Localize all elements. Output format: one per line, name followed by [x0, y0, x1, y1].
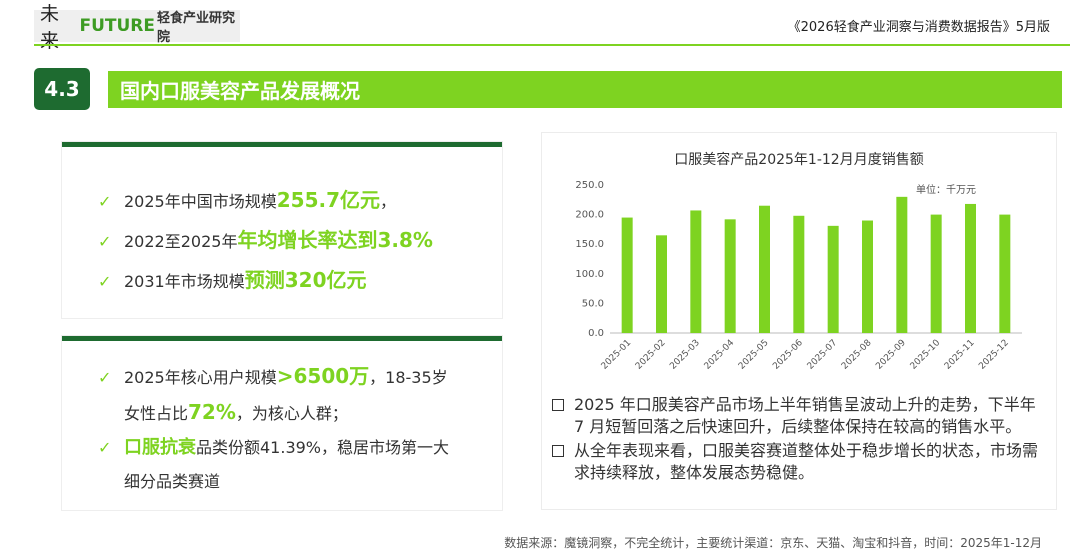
x-tick-label: 2025-04	[703, 338, 737, 372]
bullet-anti-aging: ✓ 口服抗衰 品类份额41.39%，稳居市场第一大	[98, 431, 484, 465]
bar	[793, 215, 805, 333]
logo-en-text: FUTURE	[79, 16, 156, 36]
bar	[965, 203, 976, 333]
bullet-text: 2025年核心用户规模	[124, 368, 277, 387]
bullet-text: 2031年市场规模	[124, 272, 245, 291]
bar	[724, 219, 736, 333]
y-tick-label: 50.0	[582, 298, 604, 309]
bullet-growth-rate: ✓ 2022至2025年 年均增长率达到3.8%	[62, 221, 502, 261]
x-tick-label: 2025-08	[840, 338, 874, 372]
check-icon: ✓	[98, 192, 112, 211]
x-tick-label: 2025-12	[977, 338, 1011, 372]
bullet-forecast: ✓ 2031年市场规模 预测320亿元	[62, 261, 502, 301]
bullet-text: 2025年中国市场规模	[124, 192, 277, 211]
check-icon: ✓	[98, 438, 112, 457]
bullet-market-size: ✓ 2025年中国市场规模 255.7亿元，	[62, 181, 502, 221]
x-tick-label: 2025-10	[909, 338, 943, 372]
bar	[862, 220, 873, 333]
section-title: 国内口服美容产品发展概况	[108, 71, 1062, 108]
note-item: 从全年表现来看，口服美容赛道整体处于稳步增长的状态，市场需求持续释放，整体发展态…	[552, 440, 1042, 484]
section-number: 4.3	[34, 68, 90, 110]
bullet-text: ，	[380, 192, 397, 211]
bar-chart: 0.050.0100.0150.0200.0250.02025-01 2025-0…	[575, 180, 1022, 372]
bar	[759, 205, 770, 333]
bar	[656, 235, 667, 333]
market-size-card: ✓ 2025年中国市场规模 255.7亿元， ✓ 2022至2025年 年均增长率达…	[62, 142, 502, 318]
y-tick-label: 200.0	[575, 210, 604, 221]
x-tick-label: 2025-05	[737, 338, 771, 372]
bullet-anti-aging-cont: 细分品类赛道	[98, 465, 484, 499]
bullet-highlight: 口服抗衰	[124, 437, 196, 458]
data-source-footer: 数据来源：魔镜洞察，不完全统计，主要统计渠道：京东、天猫、淘宝和抖音，时间：20…	[504, 536, 1042, 550]
bar	[999, 214, 1011, 333]
x-tick-label: 2025-07	[806, 338, 840, 372]
bar	[827, 225, 839, 333]
bullet-highlight: 255.7亿元	[276, 188, 380, 212]
bullet-text: 2022至2025年	[124, 232, 238, 251]
bar	[690, 210, 702, 333]
bullet-text: 细分品类赛道	[124, 472, 221, 491]
bullet-highlight: 72%	[188, 400, 236, 424]
x-tick-label: 2025-01	[600, 338, 634, 372]
user-profile-card: ✓ 2025年核心用户规模 >6500万 ，18-35岁 女性占比 72% ，为核心人群…	[62, 336, 502, 510]
check-icon: ✓	[98, 368, 112, 387]
note-text: 从全年表现来看，口服美容赛道整体处于稳步增长的状态，市场需求持续释放，整体发展态…	[574, 441, 1039, 482]
x-tick-label: 2025-11	[943, 338, 977, 372]
note-item: 2025 年口服美容产品市场上半年销售呈波动上升的走势，下半年 7 月短暂回落之…	[552, 394, 1042, 438]
logo-tail-text: 轻食产业研究院	[157, 11, 236, 45]
x-tick-label: 2025-06	[771, 338, 805, 372]
note-text: 2025 年口服美容产品市场上半年销售呈波动上升的走势，下半年 7 月短暂回落之…	[574, 395, 1036, 436]
bullet-highlight: 年均增长率达到3.8%	[237, 228, 433, 252]
bullet-text: ，为核心人群；	[235, 404, 348, 423]
bar	[896, 196, 908, 333]
bullet-core-users-cont: 女性占比 72% ，为核心人群；	[98, 395, 484, 431]
check-icon: ✓	[98, 272, 112, 291]
square-bullet-icon	[552, 399, 564, 411]
header-divider	[34, 44, 1070, 46]
y-tick-label: 250.0	[575, 180, 604, 191]
y-tick-label: 100.0	[575, 269, 604, 280]
x-tick-label: 2025-03	[668, 338, 702, 372]
bullet-highlight: 预测320亿元	[244, 268, 367, 292]
bullet-text: ，18-35岁	[369, 368, 448, 387]
bullet-text: 品类份额41.39%，稳居市场第一大	[196, 438, 450, 457]
bullet-text: 女性占比	[124, 404, 189, 423]
y-tick-label: 0.0	[588, 328, 604, 339]
report-title: 《2026轻食产业洞察与消费数据报告》5月版	[787, 20, 1050, 35]
bullet-highlight: >6500万	[276, 364, 370, 388]
square-bullet-icon	[552, 445, 564, 457]
y-tick-label: 150.0	[575, 239, 604, 250]
bar	[930, 214, 942, 333]
x-tick-label: 2025-02	[634, 338, 668, 372]
chart-notes: 2025 年口服美容产品市场上半年销售呈波动上升的走势，下半年 7 月短暂回落之…	[552, 394, 1042, 486]
bullet-core-users: ✓ 2025年核心用户规模 >6500万 ，18-35岁	[98, 359, 484, 395]
logo: 未来 FUTURE 轻食产业研究院	[34, 3, 240, 52]
check-icon: ✓	[98, 232, 112, 251]
bar	[621, 217, 633, 333]
x-tick-label: 2025-09	[874, 338, 908, 372]
